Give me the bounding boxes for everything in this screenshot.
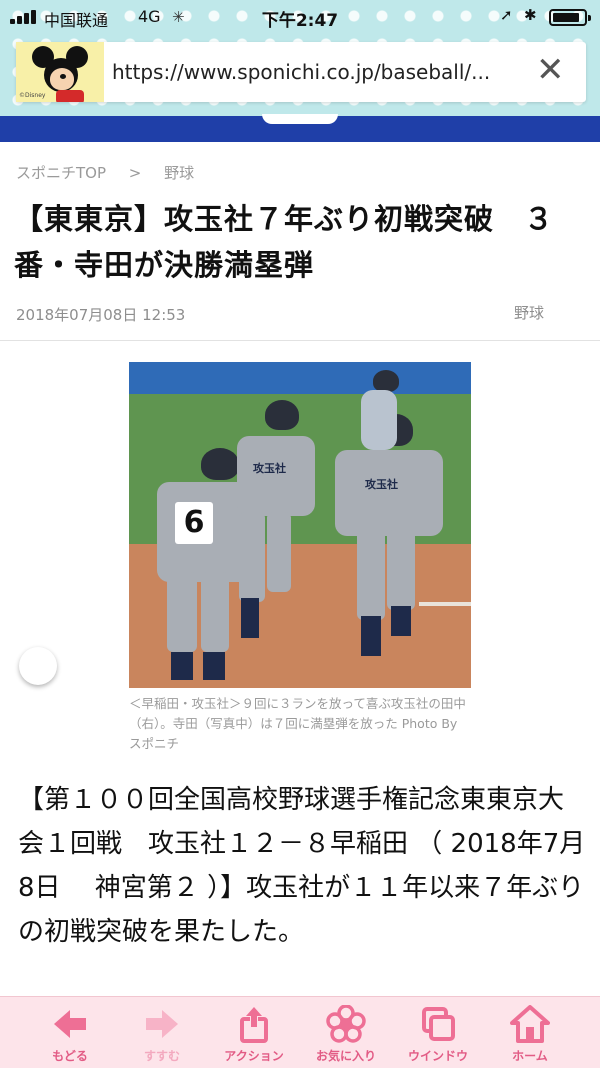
team-logo-text-right: 攻玉社 xyxy=(365,478,398,491)
home-label: ホーム xyxy=(512,1049,548,1063)
menu-pull-tab[interactable] xyxy=(262,114,338,124)
favorites-label: お気に入り xyxy=(315,1049,376,1063)
breadcrumb: スポニチTOP > 野球 xyxy=(16,162,212,183)
article-photo[interactable]: 6 攻玉社 攻玉社 xyxy=(129,362,471,688)
close-icon[interactable]: ✕ xyxy=(536,53,565,87)
bluetooth-icon: ✱ xyxy=(524,6,537,24)
home-button[interactable]: ホーム xyxy=(480,997,580,1068)
disney-mark: ©Disney xyxy=(19,92,46,99)
forward-arrow-icon xyxy=(146,1010,178,1038)
breadcrumb-home-link[interactable]: スポニチTOP xyxy=(16,164,106,182)
article-date: 2018年07月08日 12:53 xyxy=(16,306,186,324)
share-icon xyxy=(240,1007,268,1043)
article-category-link[interactable]: 野球 xyxy=(514,302,544,323)
favorites-button[interactable]: お気に入り xyxy=(296,997,396,1068)
battery-icon xyxy=(549,9,591,26)
action-label: アクション xyxy=(224,1049,284,1063)
carousel-indicator[interactable] xyxy=(19,647,57,685)
home-icon xyxy=(510,1005,550,1043)
article-headline: 【東東京】攻玉社７年ぶり初戦突破 ３番・寺田が決勝満塁弾 xyxy=(14,202,555,282)
photo-caption: ＜早稲田・攻玉社＞９回に３ランを放って喜ぶ攻玉社の田中（右）。寺田（写真中）は７… xyxy=(129,696,466,751)
forward-button[interactable]: すすむ xyxy=(112,997,212,1068)
article-body: 【第１００回全国高校野球選手権記念東東京大会１回戦 攻玉社１２－８早稲田 （ 2… xyxy=(18,785,586,947)
browser-header: 中国联通 4G ✳ 下午2:47 ➚ ✱ ©Disney https://www… xyxy=(0,0,600,124)
window-button[interactable]: ウインドウ xyxy=(388,997,488,1068)
bottom-toolbar: もどる すすむ アクション お気に入り ウインドウ ホーム xyxy=(0,996,600,1068)
location-arrow-icon: ➚ xyxy=(500,6,513,24)
address-bar[interactable]: ©Disney https://www.sponichi.co.jp/baseb… xyxy=(16,42,586,102)
back-arrow-icon xyxy=(54,1010,86,1038)
breadcrumb-separator: > xyxy=(128,164,142,182)
flower-icon xyxy=(326,1005,366,1043)
jersey-number: 6 xyxy=(175,502,213,544)
team-logo-text: 攻玉社 xyxy=(253,462,286,475)
window-label: ウインドウ xyxy=(407,1049,468,1063)
breadcrumb-section-link[interactable]: 野球 xyxy=(164,164,194,182)
mascot-logo: ©Disney xyxy=(16,42,104,102)
forward-label: すすむ xyxy=(143,1049,180,1063)
back-button[interactable]: もどる xyxy=(20,997,120,1068)
site-header-strip xyxy=(0,114,600,142)
windows-icon xyxy=(422,1007,455,1041)
back-label: もどる xyxy=(52,1049,88,1063)
divider xyxy=(0,340,600,341)
action-button[interactable]: アクション xyxy=(204,997,304,1068)
url-text[interactable]: https://www.sponichi.co.jp/baseball/... xyxy=(112,60,490,84)
status-bar: 中国联通 4G ✳ 下午2:47 ➚ ✱ xyxy=(0,0,600,34)
